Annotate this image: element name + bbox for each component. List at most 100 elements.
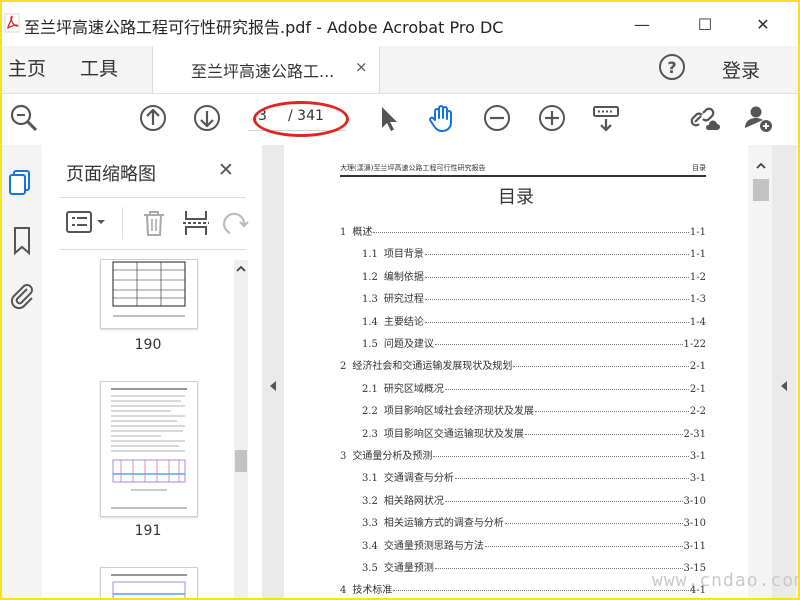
document-tab-close-button[interactable]: × — [355, 58, 368, 76]
bookmark-icon[interactable] — [7, 225, 37, 255]
page-number-box[interactable]: 3 / 341 — [248, 104, 346, 131]
toc-entry-page: 3-1 — [689, 473, 706, 485]
toc-entry[interactable]: 1.2 编制依据 1-2 — [362, 268, 706, 283]
tab-home[interactable]: 主页 — [8, 54, 46, 81]
scroll-up-icon[interactable] — [234, 262, 248, 276]
page-thumbnail[interactable] — [100, 567, 198, 598]
select-cursor-icon[interactable] — [370, 100, 406, 136]
thumbnail-page-number: 191 — [134, 523, 162, 539]
tab-bar: 主页 工具 ? 登录 — [2, 46, 798, 93]
document-page[interactable]: 大理(漾濞)至兰坪高速公路工程可行性研究报告 目录 目录 1 概述 1-1 1.1 项目… — [284, 145, 748, 598]
toc-entry[interactable]: 1.4 主要结论 1-4 — [362, 313, 706, 328]
svg-text:?: ? — [667, 58, 676, 77]
toc-entry-page: 2-1 — [689, 383, 706, 395]
toc-entry[interactable]: 1.5 问题及建议 1-22 — [362, 335, 706, 350]
toc-entry[interactable]: 1 概述 1-1 — [340, 223, 706, 238]
attachment-icon[interactable] — [7, 281, 37, 311]
site-watermark: www.cndao.com — [652, 570, 800, 591]
delete-page-icon[interactable] — [138, 207, 170, 239]
toc-heading: 目录 — [498, 187, 534, 208]
share-link-icon[interactable] — [686, 100, 722, 136]
app-window: 至兰坪高速公路工程可行性研究报告.pdf - Adobe Acrobat Pro… — [0, 0, 800, 600]
toc-entry-page: 2-2 — [689, 406, 706, 418]
expand-right-icon[interactable] — [778, 379, 790, 393]
collapse-left-icon[interactable] — [267, 379, 279, 393]
toc-entry[interactable]: 2 经济社会和交通运输发展现状及规划 2-1 — [340, 357, 706, 372]
toc-entry-number: 2.3 — [362, 428, 378, 440]
next-page-icon[interactable] — [189, 100, 225, 136]
page-thumbnails-icon[interactable] — [7, 167, 37, 197]
previous-page-icon[interactable] — [135, 100, 171, 136]
thumbnail-page-number: 190 — [134, 337, 162, 353]
help-icon[interactable]: ? — [658, 53, 686, 81]
document-scroll-thumb[interactable] — [753, 179, 769, 201]
toc-entry-title: 交通量分析及预测 — [352, 451, 433, 462]
doc-scroll-up-icon[interactable] — [754, 159, 768, 173]
tab-document[interactable]: 至兰坪高速公路工... × — [152, 46, 380, 93]
toc-entry-number: 1.1 — [362, 249, 378, 261]
toc-entry-title: 交通调查与分析 — [383, 473, 454, 485]
right-panel-collapse-bar[interactable] — [772, 145, 796, 598]
toc-dot-leader — [393, 590, 689, 592]
thumbnail-scroll-thumb[interactable] — [235, 450, 247, 472]
tab-tools[interactable]: 工具 — [80, 54, 118, 81]
toc-entry[interactable]: 3.1 交通调查与分析 3-1 — [362, 469, 706, 484]
toc-entry-title: 研究过程 — [383, 294, 424, 306]
panel-close-button[interactable]: ✕ — [218, 159, 234, 181]
zoom-out-icon[interactable] — [479, 100, 515, 136]
panel-collapse-bar[interactable] — [262, 145, 284, 598]
toc-entry[interactable]: 3.2 相关路网状况 3-10 — [362, 492, 706, 507]
page-thumbnail[interactable] — [100, 259, 198, 329]
hand-tool-icon[interactable] — [424, 100, 460, 136]
toc-entry[interactable]: 2.3 项目影响区交通运输现状及发展 2-31 — [362, 425, 706, 440]
page-header: 大理(漾濞)至兰坪高速公路工程可行性研究报告 目录 — [340, 163, 706, 177]
zoom-in-icon[interactable] — [534, 100, 570, 136]
rotate-page-icon[interactable] — [220, 207, 252, 239]
toc-entry-page: 1-4 — [689, 316, 706, 328]
toc-entry-number: 2.2 — [362, 406, 378, 418]
login-button[interactable]: 登录 — [722, 56, 760, 83]
page-thumbnail[interactable] — [100, 381, 198, 517]
toc-dot-leader — [434, 568, 683, 569]
toc-entry-page: 1-1 — [689, 227, 706, 238]
close-window-button[interactable]: ✕ — [748, 10, 778, 40]
zoom-search-icon[interactable] — [6, 100, 42, 136]
toc-dot-leader — [424, 254, 689, 256]
panel-divider — [60, 249, 246, 250]
document-scrollbar[interactable] — [750, 145, 772, 598]
toc-dot-leader — [424, 321, 689, 323]
toc-dot-leader — [513, 366, 689, 368]
extract-page-icon[interactable] — [180, 207, 212, 239]
toc-entry-page: 3-10 — [683, 518, 706, 530]
toc-entry[interactable]: 3 交通量分析及预测 3-1 — [340, 447, 706, 462]
toc-entry-title: 交通量预测思路与方法 — [383, 540, 484, 552]
minimize-button[interactable]: — — [627, 10, 657, 40]
maximize-button[interactable]: ☐ — [690, 10, 720, 40]
toc-entry-title: 主要结论 — [383, 316, 424, 328]
toc-dot-leader — [373, 232, 689, 233]
toc-dot-leader — [504, 523, 683, 525]
toc-entry[interactable]: 2.2 项目影响区域社会经济现状及发展 2-2 — [362, 402, 706, 417]
toc-entry-number: 1 — [340, 227, 347, 238]
toc-entry[interactable]: 3.4 交通量预测思路与方法 3-11 — [362, 537, 706, 552]
page-total: / 341 — [288, 108, 324, 124]
toc-entry[interactable]: 1.3 研究过程 1-3 — [362, 290, 706, 305]
toc-dot-leader — [444, 388, 689, 390]
toc-entry-number: 3.4 — [362, 540, 378, 552]
toc-dot-leader — [534, 411, 689, 413]
keyboard-scroll-icon[interactable] — [588, 100, 624, 136]
toc-entry-page: 2-31 — [683, 428, 706, 440]
toc-dot-leader — [454, 478, 689, 480]
thumbnail-scrollbar[interactable] — [234, 260, 248, 598]
toc-entry[interactable]: 3.3 相关运输方式的调查与分析 3-10 — [362, 514, 706, 529]
page-header-section: 目录 — [692, 164, 706, 172]
add-user-icon[interactable] — [740, 100, 776, 136]
thumbnail-options-icon[interactable] — [64, 207, 112, 239]
toc-entry-number: 3.3 — [362, 518, 378, 530]
current-page-input[interactable]: 3 — [258, 108, 267, 124]
toc-dot-leader — [434, 344, 683, 345]
toc-entry[interactable]: 1.1 项目背景 1-1 — [362, 245, 706, 260]
toc-entry-title: 项目背景 — [383, 249, 424, 261]
window-title: 至兰坪高速公路工程可行性研究报告.pdf - Adobe Acrobat Pro… — [24, 18, 504, 37]
toc-entry[interactable]: 2.1 研究区域概况 2-1 — [362, 380, 706, 395]
